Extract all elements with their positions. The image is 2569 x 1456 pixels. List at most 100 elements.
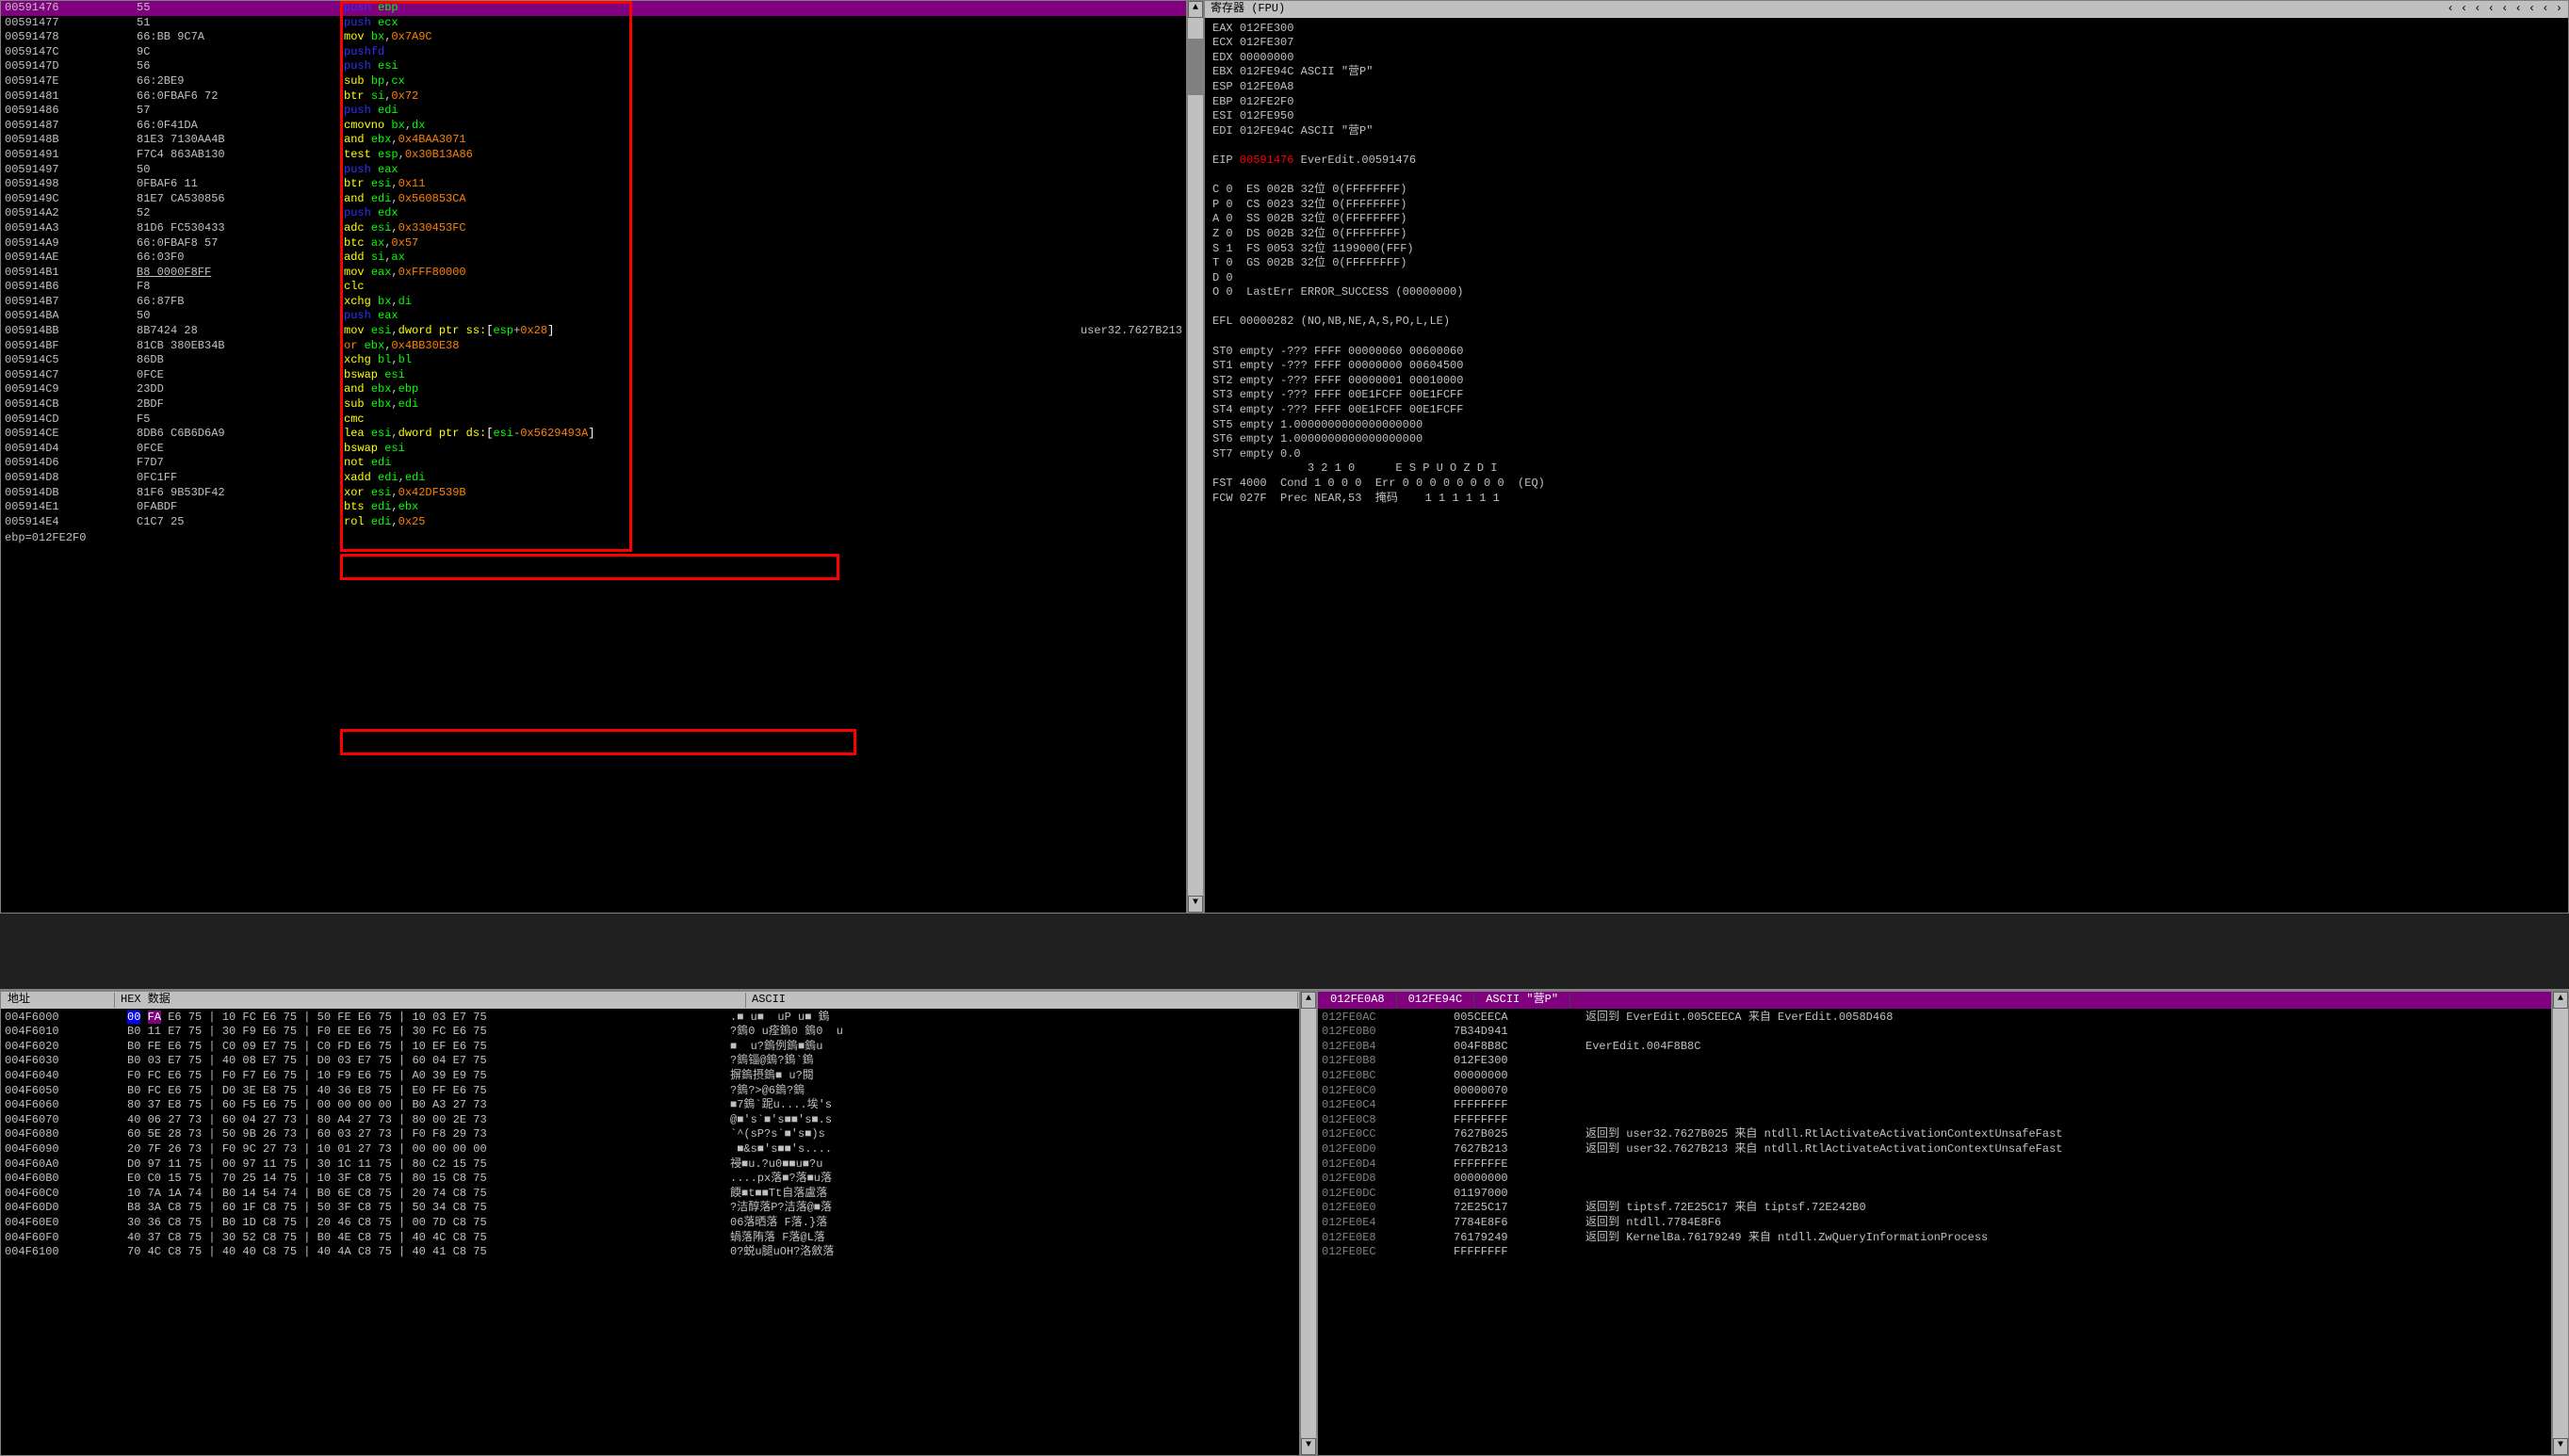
disasm-row[interactable]: 005914C586DBxchg bl,bl — [1, 353, 1186, 368]
hex-row[interactable]: 004F6040F0 FC E6 75 | F0 F7 E6 75 | 10 F… — [5, 1069, 1295, 1084]
register-row[interactable]: ESI 012FE950 — [1212, 109, 2561, 124]
disasm-row[interactable]: 0059148766:0F41DAcmovno bx,dx — [1, 119, 1186, 134]
disasm-row[interactable]: 0059147751push ecx — [1, 16, 1186, 31]
disasm-row[interactable]: 005914CE8DB6 C6B6D6A9lea esi,dword ptr d… — [1, 427, 1186, 442]
hex-row[interactable]: 004F60D0B8 3A C8 75 | 60 1F C8 75 | 50 3… — [5, 1201, 1295, 1216]
fpu-row[interactable]: ST6 empty 1.0000000000000000000 — [1212, 432, 2561, 447]
stack-row[interactable]: 012FE0B07B34D941 — [1322, 1025, 2547, 1040]
disasm-row[interactable]: 0059149C81E7 CA530856and edi,0x560853CA — [1, 192, 1186, 207]
disasm-row[interactable]: 005914BB8B7424 28mov esi,dword ptr ss:[e… — [1, 324, 1186, 339]
hex-row[interactable]: 004F610070 4C C8 75 | 40 40 C8 75 | 40 4… — [5, 1245, 1295, 1260]
disasm-row[interactable]: 005914B1B8 0000F8FFmov eax,0xFFF80000 — [1, 266, 1186, 281]
flag-row[interactable]: D 0 — [1212, 271, 2561, 286]
flag-row[interactable]: T 0 GS 002B 32位 0(FFFFFFFF) — [1212, 256, 2561, 271]
disasm-row[interactable]: 005914DB81F6 9B53DF42xor esi,0x42DF539B — [1, 486, 1186, 501]
stack-scrollbar[interactable]: ▲ ▼ — [2552, 991, 2569, 1456]
fpu-row[interactable]: ST1 empty -??? FFFF 00000000 00604500 — [1212, 359, 2561, 374]
hex-header-addr[interactable]: 地址 — [2, 993, 115, 1008]
hex-dump-pane[interactable]: 地址 HEX 数据 ASCII 004F600000 FA E6 75 | 10… — [0, 991, 1300, 1456]
hex-row[interactable]: 004F607040 06 27 73 | 60 04 27 73 | 80 A… — [5, 1113, 1295, 1128]
disasm-row[interactable]: 0059147655push ebp — [1, 1, 1186, 16]
stack-pane[interactable]: 012FE0A8 012FE94C ASCII "营P" 012FE0AC005… — [1317, 991, 2552, 1456]
disassembly-pane[interactable]: 0059147655push ebp0059147751push ecx0059… — [0, 0, 1187, 914]
register-row[interactable]: EDI 012FE94C ASCII "营P" — [1212, 124, 2561, 139]
hex-row[interactable]: 004F6010B0 11 E7 75 | 30 F9 E6 75 | F0 E… — [5, 1025, 1295, 1040]
disasm-row[interactable]: 005914A252push edx — [1, 206, 1186, 221]
hex-row[interactable]: 004F606080 37 E8 75 | 60 F5 E6 75 | 00 0… — [5, 1098, 1295, 1113]
hex-row[interactable]: 004F609020 7F 26 73 | F0 9C 27 73 | 10 0… — [5, 1142, 1295, 1157]
stack-row[interactable]: 012FE0E072E25C17返回到 tiptsf.72E25C17 来自 t… — [1322, 1201, 2547, 1216]
disasm-row[interactable]: 0059147C9Cpushfd — [1, 45, 1186, 60]
hex-row[interactable]: 004F60C010 7A 1A 74 | B0 14 54 74 | B0 6… — [5, 1187, 1295, 1202]
fpu-row[interactable]: ST2 empty -??? FFFF 00000001 00010000 — [1212, 374, 2561, 389]
disasm-row[interactable]: 005914D80FC1FFxadd edi,edi — [1, 471, 1186, 486]
flag-row[interactable]: P 0 CS 0023 32位 0(FFFFFFFF) — [1212, 198, 2561, 213]
register-row[interactable]: EDX 00000000 — [1212, 51, 2561, 66]
hex-row[interactable]: 004F6030B0 03 E7 75 | 40 08 E7 75 | D0 0… — [5, 1054, 1295, 1069]
stack-row[interactable]: 012FE0DC01197000 — [1322, 1187, 2547, 1202]
disasm-row[interactable]: 005914A381D6 FC530433adc esi,0x330453FC — [1, 221, 1186, 236]
register-row[interactable]: ECX 012FE307 — [1212, 36, 2561, 51]
disasm-row[interactable]: 0059147866:BB 9C7Amov bx,0x7A9C — [1, 30, 1186, 45]
hex-row[interactable]: 004F608060 5E 28 73 | 50 9B 26 73 | 60 0… — [5, 1127, 1295, 1142]
efl-row[interactable]: EFL 00000282 (NO,NB,NE,A,S,PO,L,LE) — [1212, 315, 2561, 330]
stack-row[interactable]: 012FE0D800000000 — [1322, 1172, 2547, 1187]
stack-row[interactable]: 012FE0CC7627B025返回到 user32.7627B025 来自 n… — [1322, 1127, 2547, 1142]
flag-row[interactable]: O 0 LastErr ERROR_SUCCESS (00000000) — [1212, 285, 2561, 300]
hex-row[interactable]: 004F6050B0 FC E6 75 | D0 3E E8 75 | 40 3… — [5, 1084, 1295, 1099]
disasm-row[interactable]: 005914CDF5cmc — [1, 413, 1186, 428]
flag-row[interactable]: S 1 FS 0053 32位 1199000(FFF) — [1212, 242, 2561, 257]
stack-row[interactable]: 012FE0B4004F8B8CEverEdit.004F8B8C — [1322, 1040, 2547, 1055]
disasm-row[interactable]: 0059149750push eax — [1, 163, 1186, 178]
stack-row[interactable]: 012FE0C000000070 — [1322, 1084, 2547, 1099]
fpu-row[interactable]: ST4 empty -??? FFFF 00E1FCFF 00E1FCFF — [1212, 403, 2561, 418]
register-row[interactable]: EBX 012FE94C ASCII "营P" — [1212, 65, 2561, 80]
disasm-row[interactable]: 005914AE66:03F0add si,ax — [1, 251, 1186, 266]
stack-row[interactable]: 012FE0D07627B213返回到 user32.7627B213 来自 n… — [1322, 1142, 2547, 1157]
disasm-row[interactable]: 005914C70FCEbswap esi — [1, 368, 1186, 383]
fpu-row[interactable]: ST3 empty -??? FFFF 00E1FCFF 00E1FCFF — [1212, 388, 2561, 403]
registers-nav-arrows[interactable]: ‹ ‹ ‹ ‹ ‹ ‹ ‹ ‹ › — [2447, 2, 2562, 17]
disasm-row[interactable]: 0059148657push edi — [1, 104, 1186, 119]
flag-row[interactable]: C 0 ES 002B 32位 0(FFFFFFFF) — [1212, 183, 2561, 198]
scroll-up-icon[interactable]: ▲ — [2553, 992, 2568, 1009]
disasm-row[interactable]: 0059148B81E3 7130AA4Band ebx,0x4BAA3071 — [1, 133, 1186, 148]
hex-header-ascii[interactable]: ASCII — [746, 993, 1298, 1008]
flag-row[interactable]: Z 0 DS 002B 32位 0(FFFFFFFF) — [1212, 227, 2561, 242]
fpu-row[interactable]: ST0 empty -??? FFFF 00000060 00600060 — [1212, 345, 2561, 360]
scrollbar-thumb[interactable] — [1188, 39, 1203, 95]
stack-row[interactable]: 012FE0BC00000000 — [1322, 1069, 2547, 1084]
disasm-row[interactable]: 005914980FBAF6 11btr esi,0x11 — [1, 177, 1186, 192]
hex-row[interactable]: 004F6020B0 FE E6 75 | C0 09 E7 75 | C0 F… — [5, 1040, 1295, 1055]
stack-row[interactable]: 012FE0E876179249返回到 KernelBa.76179249 来自… — [1322, 1231, 2547, 1246]
stack-row[interactable]: 012FE0D4FFFFFFFE — [1322, 1157, 2547, 1173]
fpu-row[interactable]: ST5 empty 1.0000000000000000000 — [1212, 418, 2561, 433]
hex-row[interactable]: 004F600000 FA E6 75 | 10 FC E6 75 | 50 F… — [5, 1011, 1295, 1026]
disasm-row[interactable]: 0059147D56push esi — [1, 59, 1186, 74]
disasm-row[interactable]: 005914B766:87FBxchg bx,di — [1, 295, 1186, 310]
fpu-status-row[interactable]: FCW 027F Prec NEAR,53 掩码 1 1 1 1 1 1 — [1212, 492, 2561, 507]
disasm-row[interactable]: 0059147E66:2BE9sub bp,cx — [1, 74, 1186, 89]
stack-row[interactable]: 012FE0C4FFFFFFFF — [1322, 1098, 2547, 1113]
disasm-row[interactable]: 005914D40FCEbswap esi — [1, 442, 1186, 457]
disasm-row[interactable]: 005914E10FABDFbts edi,ebx — [1, 500, 1186, 515]
stack-row[interactable]: 012FE0B8012FE300 — [1322, 1054, 2547, 1069]
disasm-row[interactable]: 005914BF81CB 380EB34Bor ebx,0x4BB30E38 — [1, 339, 1186, 354]
scroll-down-icon[interactable]: ▼ — [2553, 1438, 2568, 1455]
disasm-row[interactable]: 005914CB2BDFsub ebx,edi — [1, 397, 1186, 413]
disasm-row[interactable]: 0059148166:0FBAF6 72btr si,0x72 — [1, 89, 1186, 105]
disasm-row[interactable]: 005914E4C1C7 25rol edi,0x25 — [1, 515, 1186, 530]
disasm-row[interactable]: 00591491F7C4 863AB130test esp,0x30B13A86 — [1, 148, 1186, 163]
stack-row[interactable]: 012FE0AC005CEECA返回到 EverEdit.005CEECA 来自… — [1322, 1011, 2547, 1026]
scroll-up-icon[interactable]: ▲ — [1301, 992, 1316, 1009]
hex-header-bytes[interactable]: HEX 数据 — [115, 993, 746, 1008]
fpu-status-row[interactable]: 3 2 1 0 E S P U O Z D I — [1212, 461, 2561, 477]
scroll-down-icon[interactable]: ▼ — [1301, 1438, 1316, 1455]
register-row[interactable]: EBP 012FE2F0 — [1212, 95, 2561, 110]
fpu-status-row[interactable]: FST 4000 Cond 1 0 0 0 Err 0 0 0 0 0 0 0 … — [1212, 477, 2561, 492]
disasm-row[interactable]: 005914B6F8clc — [1, 280, 1186, 295]
scroll-down-icon[interactable]: ▼ — [1188, 896, 1203, 913]
fpu-row[interactable]: ST7 empty 0.0 — [1212, 447, 2561, 462]
disasm-row[interactable]: 005914C923DDand ebx,ebp — [1, 382, 1186, 397]
register-row[interactable]: ESP 012FE0A8 — [1212, 80, 2561, 95]
